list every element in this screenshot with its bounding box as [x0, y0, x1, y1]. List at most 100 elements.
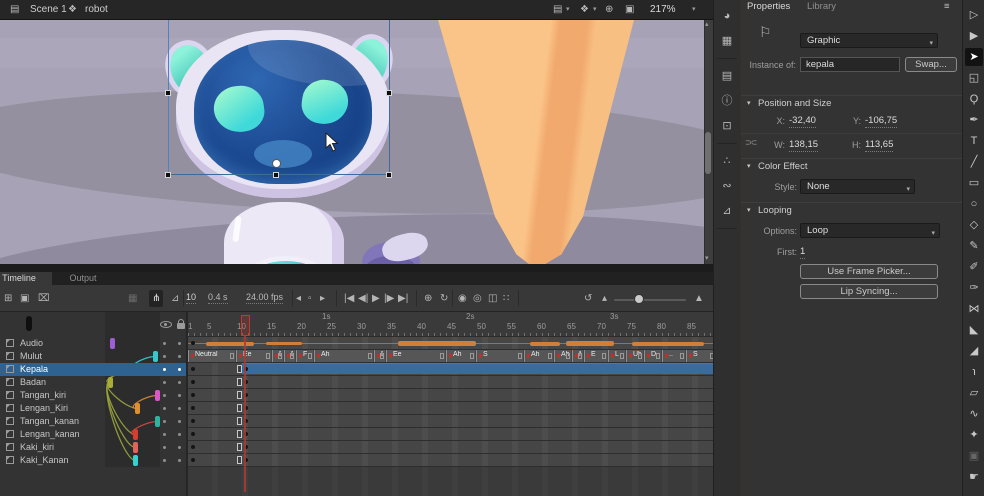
- layer-visibility-dot[interactable]: [163, 342, 166, 345]
- width-tool[interactable]: ∿: [965, 405, 983, 423]
- selection-handle-bottom-center[interactable]: [273, 172, 279, 178]
- ruler-frame-number[interactable]: 65: [567, 322, 583, 331]
- camera-icon[interactable]: ▦: [128, 290, 137, 307]
- layer-visibility-dot[interactable]: [163, 368, 166, 371]
- new-folder-icon[interactable]: ▣: [20, 290, 29, 307]
- layer-lock-dot[interactable]: [178, 355, 181, 358]
- layer-visibility-dot[interactable]: [163, 446, 166, 449]
- classic-brush-tool[interactable]: ✑: [965, 279, 983, 297]
- selection-tool[interactable]: ▷: [965, 6, 983, 24]
- ruler-frame-number[interactable]: 5: [207, 322, 223, 331]
- edit-symbols-chevron-icon[interactable]: ▾: [593, 5, 597, 13]
- step-forward-icon[interactable]: |▶: [384, 290, 394, 307]
- mouth-cue-segment[interactable]: M: [572, 350, 583, 362]
- graph-editor-icon[interactable]: ⊿: [171, 290, 179, 307]
- current-frame-value[interactable]: 10: [186, 292, 196, 304]
- timeline-zoom-out-icon[interactable]: ▴: [602, 290, 607, 307]
- color-panel-icon[interactable]: ◕: [718, 8, 736, 24]
- selection-handle-bottom-left[interactable]: [165, 172, 171, 178]
- mouth-cue-segment[interactable]: Ah: [524, 350, 553, 362]
- center-frame-icon[interactable]: ⊕: [605, 2, 613, 18]
- delete-layer-icon[interactable]: ⌧: [38, 290, 50, 307]
- lasso-tool[interactable]: Ϙ: [965, 90, 983, 108]
- transform-panel-icon[interactable]: ⊡: [718, 118, 736, 134]
- ruler-frame-number[interactable]: 50: [477, 322, 493, 331]
- swap-button[interactable]: Swap...: [905, 57, 957, 72]
- mouth-cue-segment[interactable]: S: [686, 350, 713, 362]
- position-size-section-header[interactable]: ▾ Position and Size: [741, 95, 962, 111]
- layer-visibility-dot[interactable]: [163, 394, 166, 397]
- edit-symbols-icon[interactable]: ❖: [580, 2, 589, 18]
- layer-frames-badan[interactable]: [188, 376, 713, 389]
- reset-timeline-zoom-icon[interactable]: ↺: [584, 290, 592, 307]
- pencil-tool[interactable]: ✎: [965, 237, 983, 255]
- mouth-cue-segment[interactable]: Ah: [314, 350, 373, 362]
- scroll-down-icon[interactable]: ▾: [705, 254, 709, 262]
- mouth-cue-segment[interactable]: S: [476, 350, 523, 362]
- layer-row-lengan-kanan[interactable]: Lengan_kanan: [0, 428, 188, 441]
- ruler-frame-number[interactable]: 20: [297, 322, 313, 331]
- pen-tool[interactable]: ✒: [965, 111, 983, 129]
- layer-frames-lengan-kanan[interactable]: [188, 428, 713, 441]
- layer-frames-kepala[interactable]: [188, 363, 713, 376]
- canvas-bottom-scroll-area[interactable]: [0, 264, 713, 272]
- stop-icon[interactable]: ▫: [308, 290, 312, 307]
- ruler-frame-number[interactable]: 1: [188, 322, 204, 331]
- use-frame-picker-button[interactable]: Use Frame Picker...: [800, 264, 938, 279]
- ruler-frame-number[interactable]: 30: [357, 322, 373, 331]
- center-playhead-icon[interactable]: ⊕: [424, 290, 432, 307]
- layer-frames-lengan-kiri[interactable]: [188, 402, 713, 415]
- layer-visibility-dot[interactable]: [163, 420, 166, 423]
- layer-lock-dot[interactable]: [178, 420, 181, 423]
- mouth-cue-segment[interactable]: D: [644, 350, 661, 362]
- mouth-cue-segment[interactable]: Ee: [236, 350, 271, 362]
- timeline-zoom-slider-knob[interactable]: [634, 294, 644, 304]
- frame-rows[interactable]: NeutralEeDEFAhDEeAhSAhAhMELUhD..S: [188, 337, 713, 467]
- text-tool[interactable]: T: [965, 132, 983, 150]
- ink-bottle-tool[interactable]: ◢: [965, 342, 983, 360]
- layer-row-badan[interactable]: Badan: [0, 376, 188, 389]
- layer-row-kepala[interactable]: Kepala: [0, 363, 188, 376]
- selection-handle-bottom-right[interactable]: [386, 172, 392, 178]
- layer-frames-kaki-kiri[interactable]: [188, 441, 713, 454]
- ruler-frame-number[interactable]: 75: [627, 322, 643, 331]
- ruler-frame-number[interactable]: 60: [537, 322, 553, 331]
- lock-column-lock-icon[interactable]: [177, 323, 185, 329]
- swatches-panel-icon[interactable]: ▦: [718, 33, 736, 49]
- layer-row-audio[interactable]: Audio: [0, 337, 188, 350]
- subselection-tool[interactable]: ▶: [965, 27, 983, 45]
- info-panel-icon[interactable]: ⓘ: [718, 93, 736, 109]
- mouth-cue-segment[interactable]: Ah: [554, 350, 571, 362]
- layer-frames-mulut[interactable]: NeutralEeDEFAhDEeAhSAhAhMELUhD..S: [188, 350, 713, 363]
- breadcrumb-scene[interactable]: Scene 1: [30, 4, 67, 15]
- layer-row-tangan-kiri[interactable]: Tangan_kiri: [0, 389, 188, 402]
- frames-area[interactable]: 1s2s3s1510152025303540455055606570758085…: [188, 312, 713, 496]
- selection-handle-right[interactable]: [386, 90, 392, 96]
- layer-lock-dot[interactable]: [178, 446, 181, 449]
- flip-back-icon[interactable]: ◂: [296, 290, 301, 307]
- go-first-frame-icon[interactable]: |◀: [344, 290, 354, 307]
- lip-syncing-button[interactable]: Lip Syncing...: [800, 284, 938, 299]
- layer-frames-tangan-kiri[interactable]: [188, 389, 713, 402]
- ruler-frame-number[interactable]: 35: [387, 322, 403, 331]
- show-parenting-view-icon[interactable]: ⋔: [149, 290, 163, 307]
- selected-frame-span[interactable]: [242, 363, 713, 374]
- x-value[interactable]: -32,40: [789, 115, 816, 128]
- go-last-frame-icon[interactable]: ▶|: [398, 290, 408, 307]
- history-panel-icon[interactable]: ⊿: [718, 203, 736, 219]
- align-panel-icon[interactable]: ▤: [718, 68, 736, 84]
- cc-libraries-panel-icon[interactable]: ∾: [718, 178, 736, 194]
- ruler-frame-number[interactable]: 70: [597, 322, 613, 331]
- mouth-cue-segment[interactable]: Neutral: [188, 350, 235, 362]
- layer-row-kaki-kanan[interactable]: Kaki_Kanan: [0, 454, 188, 467]
- layer-lock-dot[interactable]: [178, 394, 181, 397]
- clip-content-icon[interactable]: ▣: [625, 2, 634, 18]
- eyedropper-tool[interactable]: ℩: [965, 363, 983, 381]
- selection-handle-left[interactable]: [165, 90, 171, 96]
- loop-options-dropdown[interactable]: Loop ▾: [800, 223, 940, 238]
- layer-row-tangan-kanan[interactable]: Tangan_kanan: [0, 415, 188, 428]
- tab-properties[interactable]: Properties: [747, 0, 790, 13]
- layer-lock-dot[interactable]: [178, 433, 181, 436]
- layer-lock-dot[interactable]: [178, 381, 181, 384]
- layer-row-lengan-kiri[interactable]: Lengan_Kiri: [0, 402, 188, 415]
